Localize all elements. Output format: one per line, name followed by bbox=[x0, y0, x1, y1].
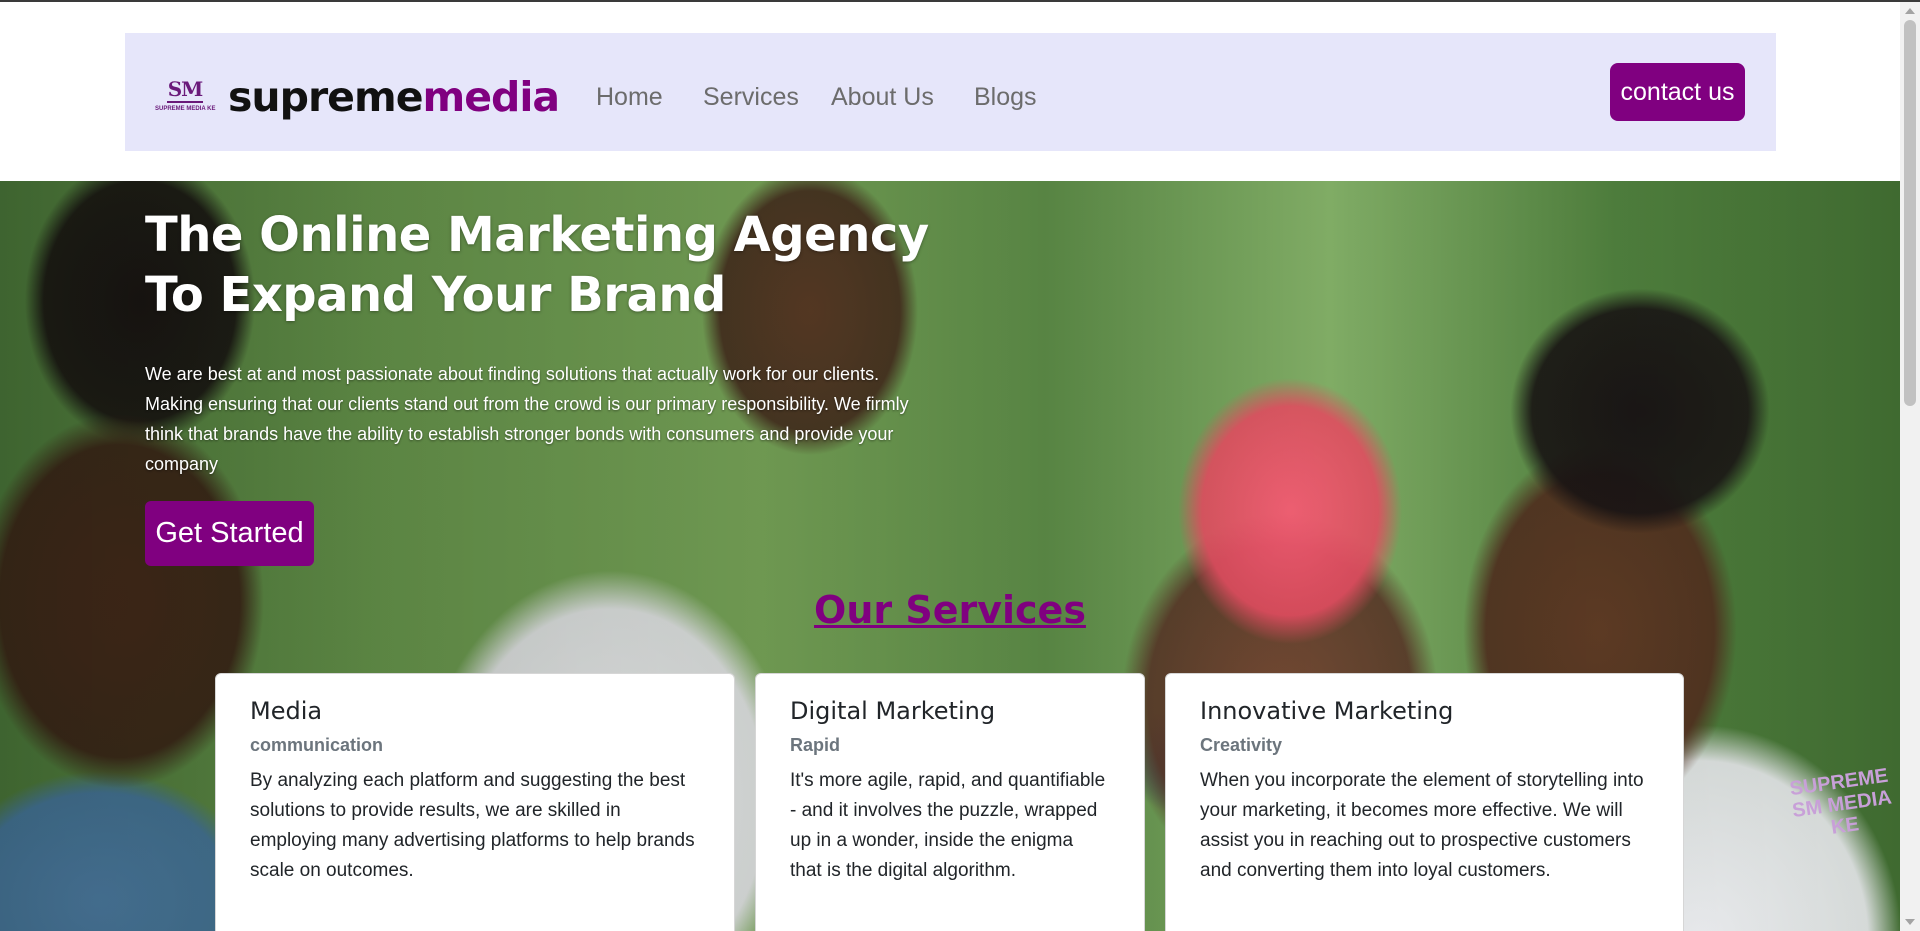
scrollbar-thumb[interactable] bbox=[1904, 20, 1916, 406]
brand-name-part1: supreme bbox=[228, 73, 423, 121]
service-card-title: Innovative Marketing bbox=[1200, 697, 1454, 725]
brand-name[interactable]: suprememedia bbox=[228, 69, 561, 125]
service-card-subtitle: communication bbox=[250, 735, 384, 755]
logo-icon[interactable]: SM SUPREME MEDIA KE bbox=[155, 79, 215, 117]
service-card-text: By analyzing each platform and suggestin… bbox=[250, 770, 695, 881]
logo-mark: SM bbox=[167, 77, 204, 101]
navbar: SM SUPREME MEDIA KE suprememedia Home Se… bbox=[125, 33, 1776, 151]
our-services-heading[interactable]: Our Services bbox=[700, 585, 1200, 635]
brand-name-part2: media bbox=[422, 73, 561, 121]
scroll-down-arrow-icon[interactable] bbox=[1905, 919, 1915, 925]
service-card-digital-marketing: Digital Marketing Rapid It's more agile,… bbox=[755, 673, 1145, 931]
page: SM SUPREME MEDIA KE suprememedia Home Se… bbox=[0, 0, 1900, 931]
service-card-subtitle: Rapid bbox=[790, 735, 841, 755]
logo-tagline: SUPREME MEDIA KE bbox=[155, 106, 216, 112]
scroll-up-arrow-icon[interactable] bbox=[1905, 8, 1915, 14]
nav-link-about-us[interactable]: About Us bbox=[831, 75, 934, 119]
logo-divider bbox=[167, 101, 203, 103]
shirt-logo-watermark: SUPREME SM MEDIA KE bbox=[1788, 764, 1893, 839]
nav-link-blogs[interactable]: Blogs bbox=[974, 75, 1037, 119]
contact-us-button[interactable]: contact us bbox=[1610, 63, 1745, 121]
service-card-subtitle: Creativity bbox=[1200, 735, 1283, 755]
service-card-title: Media bbox=[250, 697, 323, 725]
service-card-title: Digital Marketing bbox=[790, 697, 996, 725]
service-card-innovative-marketing: Innovative Marketing Creativity When you… bbox=[1165, 673, 1684, 931]
service-card-text: When you incorporate the element of stor… bbox=[1200, 770, 1644, 881]
service-card-media: Media communication By analyzing each pl… bbox=[215, 673, 735, 931]
hero-title: The Online Marketing Agency To Expand Yo… bbox=[145, 207, 929, 323]
nav-link-home[interactable]: Home bbox=[596, 75, 663, 119]
hero-description: We are best at and most passionate about… bbox=[145, 364, 909, 474]
get-started-button[interactable]: Get Started bbox=[145, 501, 314, 566]
vertical-scrollbar[interactable] bbox=[1900, 2, 1920, 931]
service-card-text: It's more agile, rapid, and quantifiable… bbox=[790, 770, 1106, 881]
nav-link-services[interactable]: Services bbox=[703, 75, 799, 119]
